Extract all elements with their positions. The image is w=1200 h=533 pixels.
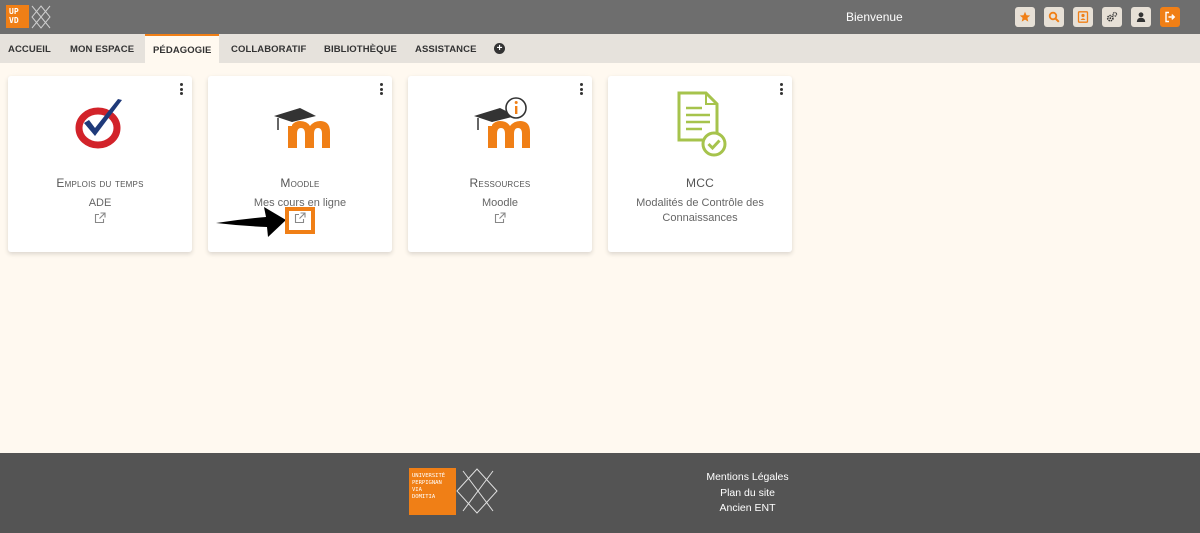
card-menu-icon[interactable] (179, 83, 183, 95)
footer-links: Mentions Légales Plan du site Ancien ENT (690, 470, 805, 517)
favorites-button[interactable] (1015, 7, 1035, 27)
upvd-logo[interactable]: UP VD (6, 5, 29, 28)
card-emplois-du-temps[interactable]: Emplois du temps ADE (8, 76, 192, 252)
footer-logo-line: VIA (412, 487, 422, 493)
logo-diamond-icon (31, 5, 51, 29)
footer-diamond-icon (456, 468, 498, 514)
card-title: Ressources (469, 176, 531, 190)
external-link-icon[interactable] (94, 212, 106, 224)
search-button[interactable] (1044, 7, 1064, 27)
profile-button[interactable] (1131, 7, 1151, 27)
nav-pedagogie[interactable]: PÉDAGOGIE (145, 34, 220, 63)
top-bar: UP VD Bienvenue (0, 0, 1200, 34)
nav-accueil[interactable]: ACCUEIL (8, 34, 51, 63)
external-link-icon[interactable] (494, 212, 506, 224)
contacts-button[interactable] (1073, 7, 1093, 27)
moodle-info-icon (474, 97, 530, 148)
nav-bibliotheque[interactable]: BIBLIOTHÈQUE (324, 34, 397, 63)
user-icon (1136, 12, 1146, 22)
logout-button[interactable] (1160, 7, 1180, 27)
star-icon (1019, 11, 1031, 22)
card-menu-icon[interactable] (579, 83, 583, 95)
card-title: MCC (686, 176, 714, 190)
footer-logo-line: DOMITIA (412, 494, 436, 500)
footer-link-mentions[interactable]: Mentions Légales (690, 470, 805, 486)
card-menu-icon[interactable] (379, 83, 383, 95)
footer-logo[interactable]: UNIVERSITÉ PERPIGNAN VIA DOMITIA (409, 468, 456, 515)
document-check-icon (677, 91, 727, 157)
main-nav: ACCUEIL MON ESPACE PÉDAGOGIE COLLABORATI… (0, 34, 1200, 63)
settings-icon (1106, 11, 1118, 22)
card-subtitle: Moodle (481, 197, 519, 209)
welcome-text: Bienvenue (846, 10, 903, 24)
logout-icon (1165, 11, 1176, 23)
contact-icon (1077, 11, 1089, 23)
footer-logo-line: PERPIGNAN (412, 480, 442, 486)
nav-assistance[interactable]: ASSISTANCE (415, 34, 477, 63)
search-icon (1048, 11, 1060, 23)
card-mcc[interactable]: MCC Modalités de Contrôle des Connaissan… (608, 76, 792, 252)
card-title: Moodle (280, 176, 320, 190)
footer-link-ancien-ent[interactable]: Ancien ENT (690, 501, 805, 517)
card-menu-icon[interactable] (779, 83, 783, 95)
ade-checkmark-icon (75, 99, 122, 149)
card-subtitle: ADE (88, 197, 112, 209)
nav-mon-espace[interactable]: MON ESPACE (70, 34, 134, 63)
footer-link-plan[interactable]: Plan du site (690, 486, 805, 502)
settings-button[interactable] (1102, 7, 1122, 27)
card-ressources[interactable]: Ressources Moodle (408, 76, 592, 252)
nav-collaboratif[interactable]: COLLABORATIF (231, 34, 306, 63)
highlight-box (285, 207, 315, 234)
card-subtitle: Modalités de Contrôle des Connaissances (636, 197, 764, 224)
logo-line-1: UP (9, 7, 19, 16)
logo-line-2: VD (9, 16, 19, 25)
card-title: Emplois du temps (56, 176, 144, 190)
footer-logo-line: UNIVERSITÉ (412, 473, 446, 479)
add-tab-icon[interactable]: + (494, 43, 505, 54)
moodle-icon (274, 108, 330, 148)
pointer-arrow-icon (216, 207, 286, 237)
footer: UNIVERSITÉ PERPIGNAN VIA DOMITIA Mention… (0, 453, 1200, 533)
